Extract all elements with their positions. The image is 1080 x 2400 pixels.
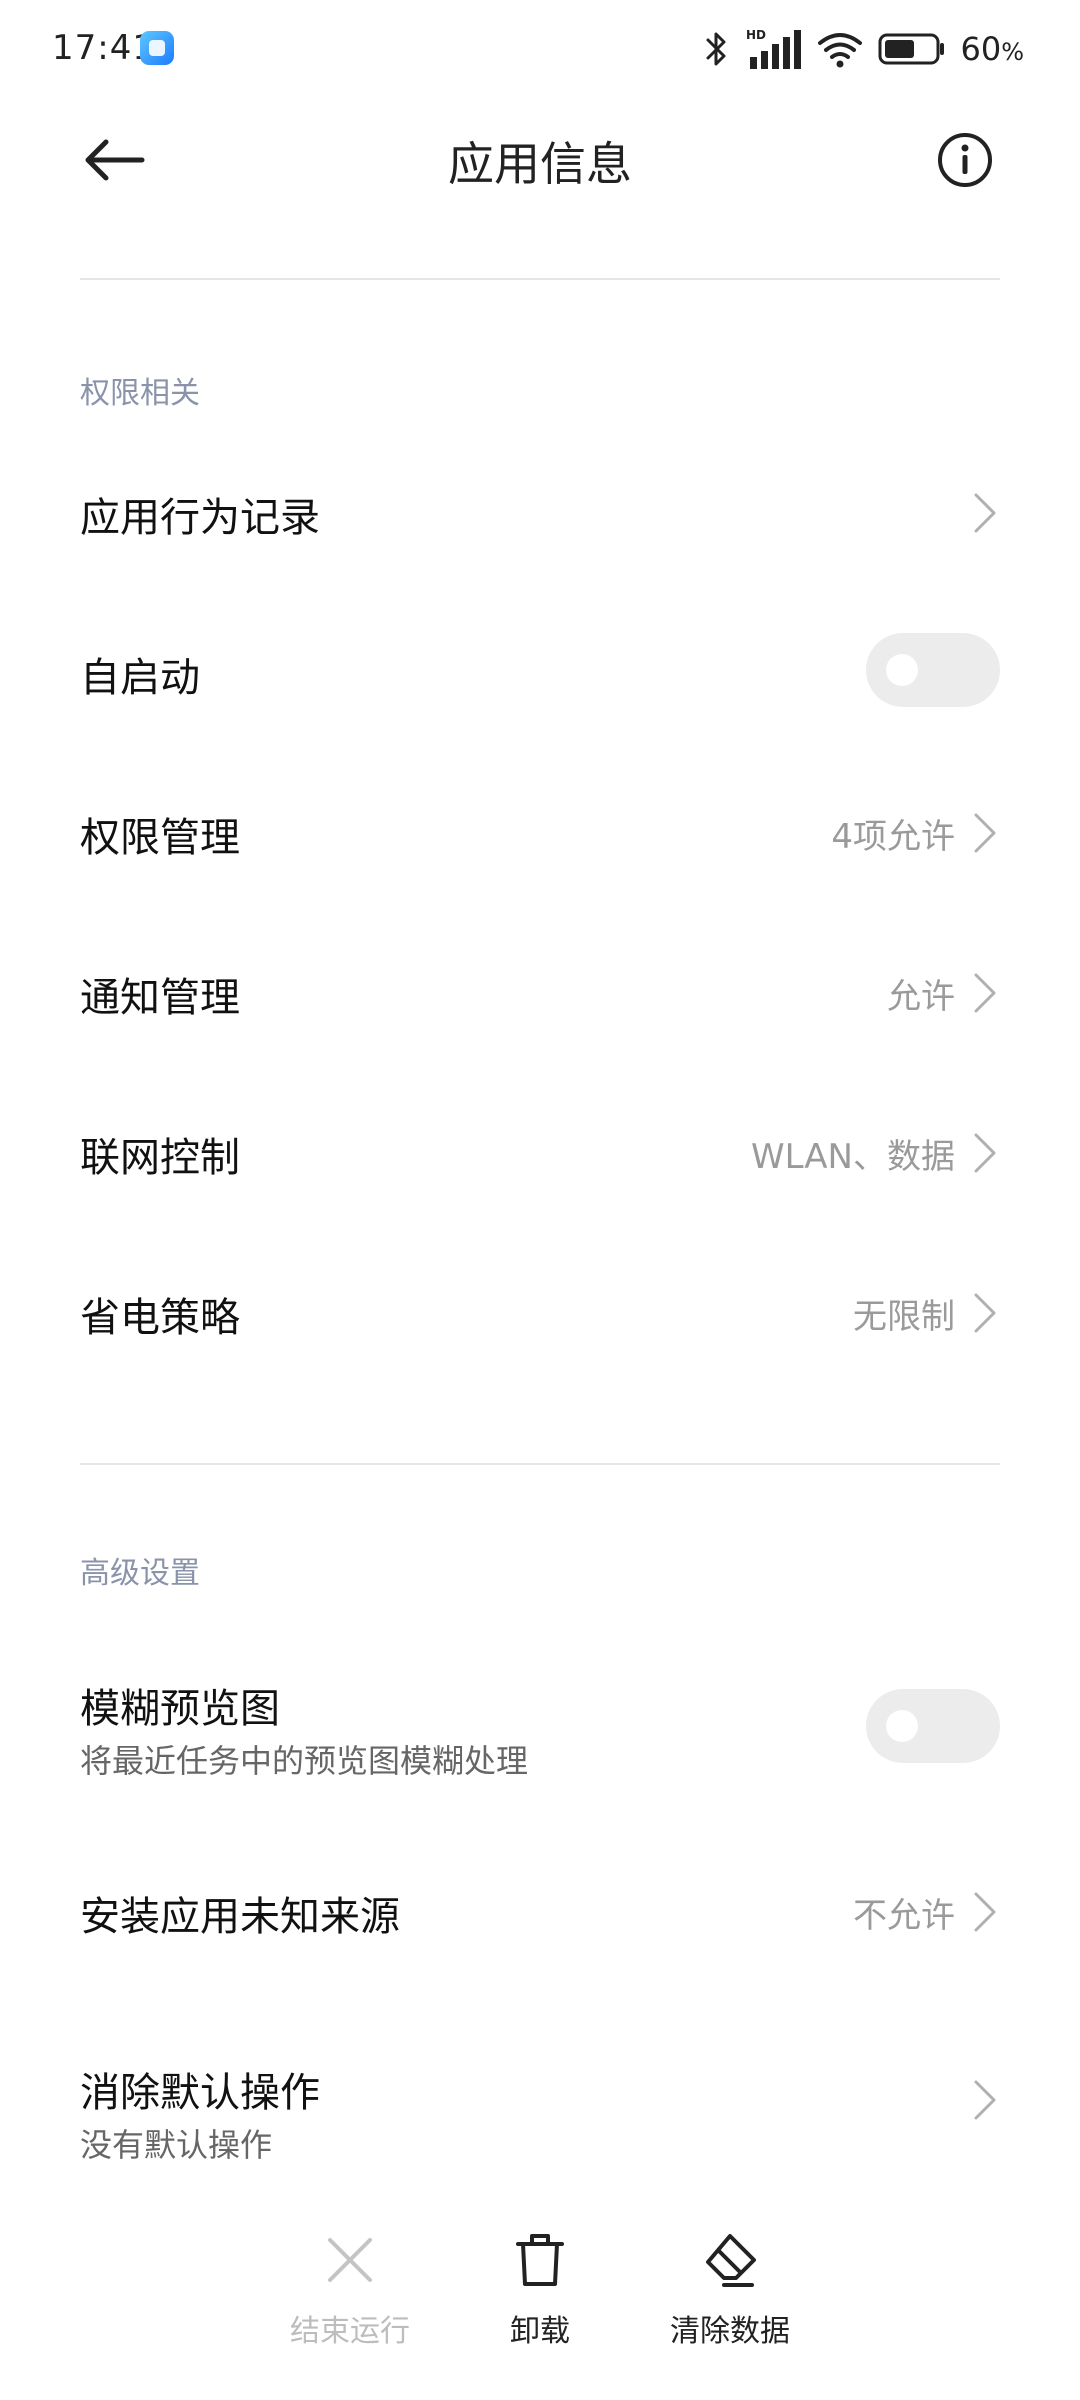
network-badge: HD: [746, 28, 766, 42]
row-blur-preview: 模糊预览图 将最近任务中的预览图模糊处理: [0, 1620, 1080, 1820]
chevron-right-icon: [974, 1892, 996, 1932]
row-network-control[interactable]: 联网控制 WLAN、数据: [0, 1073, 1080, 1233]
row-power-policy[interactable]: 省电策略 无限制: [0, 1233, 1080, 1393]
row-label: 安装应用未知来源: [80, 1894, 400, 1940]
toggle-knob: [886, 654, 918, 686]
row-label: 消除默认操作: [80, 2070, 320, 2116]
row-value: 不允许: [853, 1896, 955, 1936]
row-label: 应用行为记录: [80, 495, 320, 541]
header-bar: 应用信息: [0, 110, 1080, 210]
divider: [80, 1463, 1000, 1465]
row-value: 4项允许: [831, 817, 955, 857]
bluetooth-icon: [706, 32, 726, 66]
status-icons: HD 60%: [704, 26, 1024, 72]
battery-percent: 60%: [960, 30, 1024, 68]
row-label: 通知管理: [80, 975, 240, 1021]
row-sublabel: 没有默认操作: [80, 2126, 273, 2164]
row-label: 自启动: [80, 655, 200, 701]
row-permission-management[interactable]: 权限管理 4项允许: [0, 753, 1080, 913]
row-autostart: 自启动: [0, 593, 1080, 753]
wifi-icon: [818, 33, 863, 68]
battery-fill: [885, 40, 915, 58]
page-title: 应用信息: [448, 137, 632, 191]
row-label: 省电策略: [80, 1295, 240, 1341]
info-button[interactable]: [935, 130, 995, 190]
trash-icon: [516, 2234, 564, 2286]
chevron-right-icon: [974, 1133, 996, 1173]
row-label: 联网控制: [80, 1135, 240, 1181]
row-sublabel: 将最近任务中的预览图模糊处理: [80, 1742, 529, 1780]
chevron-right-icon: [974, 813, 996, 853]
eraser-icon: [706, 2234, 756, 2287]
row-value: 无限制: [853, 1297, 955, 1337]
app-notification-icon: [140, 31, 174, 65]
force-stop-label: 结束运行: [290, 2314, 410, 2349]
chevron-right-icon: [974, 1293, 996, 1333]
toggle-knob: [886, 1710, 918, 1742]
chevron-right-icon: [974, 973, 996, 1013]
row-app-behavior-log[interactable]: 应用行为记录: [0, 433, 1080, 593]
cellular-signal-icon: HD: [746, 28, 802, 69]
section-title-advanced: 高级设置: [80, 1556, 200, 1591]
battery-percent-suffix: %: [1001, 38, 1024, 66]
row-notification-management[interactable]: 通知管理 允许: [0, 913, 1080, 1073]
chevron-right-icon: [974, 2080, 996, 2120]
blur-preview-toggle[interactable]: [866, 1689, 1000, 1763]
bottom-action-bar: 结束运行 卸载 清除数据: [0, 2230, 1080, 2400]
clear-data-button[interactable]: 清除数据: [640, 2230, 820, 2360]
uninstall-label: 卸载: [510, 2314, 570, 2349]
status-bar: 17:41 HD 60%: [0, 0, 1080, 100]
battery-percent-value: 60: [960, 30, 1002, 68]
info-circle-icon: [938, 133, 992, 187]
row-install-unknown-sources[interactable]: 安装应用未知来源 不允许: [0, 1832, 1080, 1992]
section-title-permissions: 权限相关: [80, 376, 200, 411]
divider: [80, 278, 1000, 280]
force-stop-button[interactable]: 结束运行: [260, 2230, 440, 2360]
row-label: 模糊预览图: [80, 1686, 280, 1732]
close-x-icon: [328, 2238, 372, 2282]
chevron-right-icon: [974, 493, 996, 533]
row-value: 允许: [887, 977, 955, 1017]
battery-icon: [878, 33, 945, 65]
row-value: WLAN、数据: [750, 1137, 955, 1177]
row-clear-defaults[interactable]: 消除默认操作 没有默认操作: [0, 2010, 1080, 2210]
clear-data-label: 清除数据: [670, 2314, 790, 2349]
autostart-toggle[interactable]: [866, 633, 1000, 707]
row-label: 权限管理: [80, 815, 240, 861]
uninstall-button[interactable]: 卸载: [450, 2230, 630, 2360]
